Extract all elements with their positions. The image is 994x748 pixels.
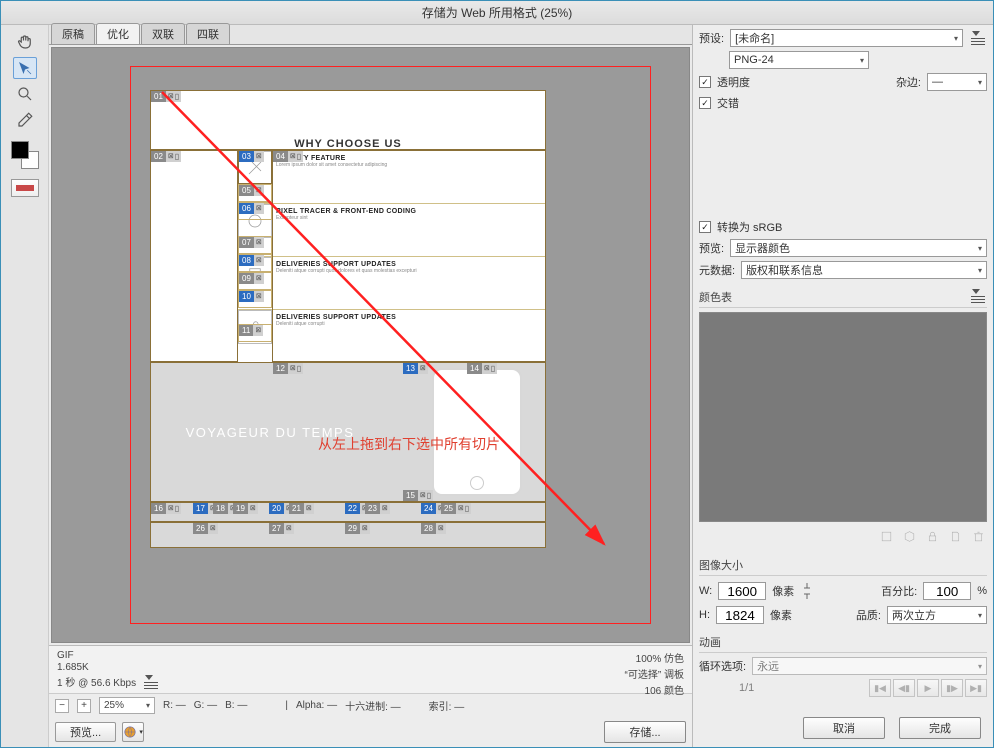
interlace-label: 交错 bbox=[717, 95, 739, 111]
zoom-in-button[interactable]: + bbox=[77, 699, 91, 713]
color-table-buttons bbox=[699, 526, 987, 547]
quality-select[interactable]: 两次立方▾ bbox=[887, 606, 987, 624]
preset-label: 预设: bbox=[699, 30, 724, 46]
px-label-2: 像素 bbox=[770, 607, 792, 623]
transparency-label: 透明度 bbox=[717, 74, 750, 90]
quality-label: 品质: bbox=[856, 607, 881, 623]
annotation-text: 从左上拖到右下选中所有切片 bbox=[318, 434, 500, 454]
width-input[interactable] bbox=[718, 582, 766, 600]
pager-prev-button[interactable]: ◀▮ bbox=[893, 679, 915, 697]
connection-speed-menu[interactable] bbox=[142, 675, 160, 689]
left-pane: 原稿 优化 双联 四联 WHY CHOOSE US QUALITY FEATUR… bbox=[49, 25, 693, 747]
status-palette: “可选择” 调板 bbox=[625, 666, 684, 681]
loop-select[interactable]: 永远▾ bbox=[752, 657, 987, 675]
zoom-tool[interactable] bbox=[13, 83, 37, 105]
zoom-out-button[interactable]: − bbox=[55, 699, 69, 713]
view-tabs: 原稿 优化 双联 四联 bbox=[49, 25, 692, 45]
color-table-heading: 颜色表 bbox=[699, 289, 732, 305]
ct-cube-icon[interactable] bbox=[903, 530, 916, 543]
slice-select-tool[interactable] bbox=[13, 57, 37, 79]
done-button[interactable]: 完成 bbox=[899, 717, 981, 739]
hand-tool[interactable] bbox=[13, 31, 37, 53]
format-select[interactable]: PNG-24▾ bbox=[729, 51, 869, 69]
srgb-checkbox[interactable]: ✓ bbox=[699, 221, 711, 233]
ct-lock-icon[interactable] bbox=[926, 530, 939, 543]
height-label: H: bbox=[699, 609, 710, 621]
image-size-heading: 图像大小 bbox=[699, 560, 743, 572]
tool-column bbox=[1, 25, 49, 747]
link-dims-icon[interactable] bbox=[800, 580, 814, 602]
readout-r: R: — bbox=[163, 700, 186, 711]
status-colors: 106 颜色 bbox=[625, 682, 684, 697]
preview-button[interactable]: 预览... bbox=[55, 722, 116, 742]
zoom-row: − + 25%▾ R: — G: — B: — | Alpha: — 十六进制:… bbox=[49, 693, 692, 717]
pager-text: 1/1 bbox=[739, 682, 754, 694]
anim-heading: 动画 bbox=[699, 637, 721, 649]
metadata-select[interactable]: 版权和联系信息▾ bbox=[741, 261, 987, 279]
readout-alpha: Alpha: — bbox=[296, 700, 337, 711]
color-swatches[interactable] bbox=[11, 141, 39, 169]
px-label: 像素 bbox=[772, 583, 794, 599]
slice-visibility-toggle[interactable] bbox=[11, 179, 39, 197]
pager-play-button[interactable]: ▶ bbox=[917, 679, 939, 697]
width-label: W: bbox=[699, 585, 712, 597]
status-bar: GIF 1.685K 1 秒 @ 56.6 Kbps 100% 仿色 “可选择”… bbox=[49, 645, 692, 693]
percent-sym: % bbox=[977, 585, 987, 597]
percent-input[interactable] bbox=[923, 582, 971, 600]
tab-4up[interactable]: 四联 bbox=[186, 23, 230, 44]
matte-select[interactable]: —▾ bbox=[927, 73, 987, 91]
readout-g: G: — bbox=[194, 700, 217, 711]
percent-label: 百分比: bbox=[881, 583, 917, 599]
browser-preview-button[interactable]: ▾ bbox=[122, 722, 144, 742]
ct-eyedrop-icon[interactable] bbox=[880, 530, 893, 543]
readout-b: B: — bbox=[225, 700, 247, 711]
pager-last-button[interactable]: ▶▮ bbox=[965, 679, 987, 697]
readout-hex: 十六进制: — bbox=[345, 698, 401, 713]
status-dither: 100% 仿色 bbox=[625, 650, 684, 665]
tab-2up[interactable]: 双联 bbox=[141, 23, 185, 44]
preview-area[interactable]: WHY CHOOSE US QUALITY FEATURELorem ipsum… bbox=[51, 47, 690, 643]
preview-row: 预览... ▾ 存储... bbox=[49, 717, 692, 747]
matte-label: 杂边: bbox=[896, 74, 921, 90]
preview-label: 预览: bbox=[699, 240, 724, 256]
status-size: 1.685K bbox=[57, 662, 160, 673]
status-format: GIF bbox=[57, 650, 160, 661]
status-time: 1 秒 @ 56.6 Kbps bbox=[57, 674, 136, 689]
interlace-checkbox[interactable]: ✓ bbox=[699, 97, 711, 109]
metadata-label: 元数据: bbox=[699, 262, 735, 278]
window: 存储为 Web 所用格式 (25%) 原稿 优化 双联 四联 WHY CHOOS… bbox=[0, 0, 994, 748]
pager-first-button[interactable]: ▮◀ bbox=[869, 679, 891, 697]
loop-label: 循环选项: bbox=[699, 658, 746, 674]
ct-trash-icon[interactable] bbox=[972, 530, 985, 543]
tab-original[interactable]: 原稿 bbox=[51, 23, 95, 44]
titlebar: 存储为 Web 所用格式 (25%) bbox=[1, 1, 993, 25]
tab-optimized[interactable]: 优化 bbox=[96, 23, 140, 44]
pager-next-button[interactable]: ▮▶ bbox=[941, 679, 963, 697]
cancel-button[interactable]: 取消 bbox=[803, 717, 885, 739]
preview-select[interactable]: 显示器颜色▾ bbox=[730, 239, 987, 257]
color-table-menu-icon[interactable] bbox=[969, 289, 987, 303]
preset-menu-icon[interactable] bbox=[969, 31, 987, 45]
content: 原稿 优化 双联 四联 WHY CHOOSE US QUALITY FEATUR… bbox=[1, 25, 993, 747]
canvas: WHY CHOOSE US QUALITY FEATURELorem ipsum… bbox=[150, 90, 546, 548]
window-title: 存储为 Web 所用格式 (25%) bbox=[422, 4, 572, 21]
right-panel: 预设: [未命名]▾ PNG-24▾ ✓ 透明度 杂边: —▾ ✓ 交错 ✓ 转… bbox=[693, 25, 993, 747]
save-button[interactable]: 存储... bbox=[604, 721, 686, 743]
srgb-label: 转换为 sRGB bbox=[717, 219, 782, 235]
zoom-select[interactable]: 25%▾ bbox=[99, 697, 155, 714]
height-input[interactable] bbox=[716, 606, 764, 624]
ct-new-icon[interactable] bbox=[949, 530, 962, 543]
readout-index: 索引: — bbox=[429, 698, 465, 713]
eyedropper-tool[interactable] bbox=[13, 109, 37, 131]
transparency-checkbox[interactable]: ✓ bbox=[699, 76, 711, 88]
preset-select[interactable]: [未命名]▾ bbox=[730, 29, 963, 47]
color-table bbox=[699, 312, 987, 522]
